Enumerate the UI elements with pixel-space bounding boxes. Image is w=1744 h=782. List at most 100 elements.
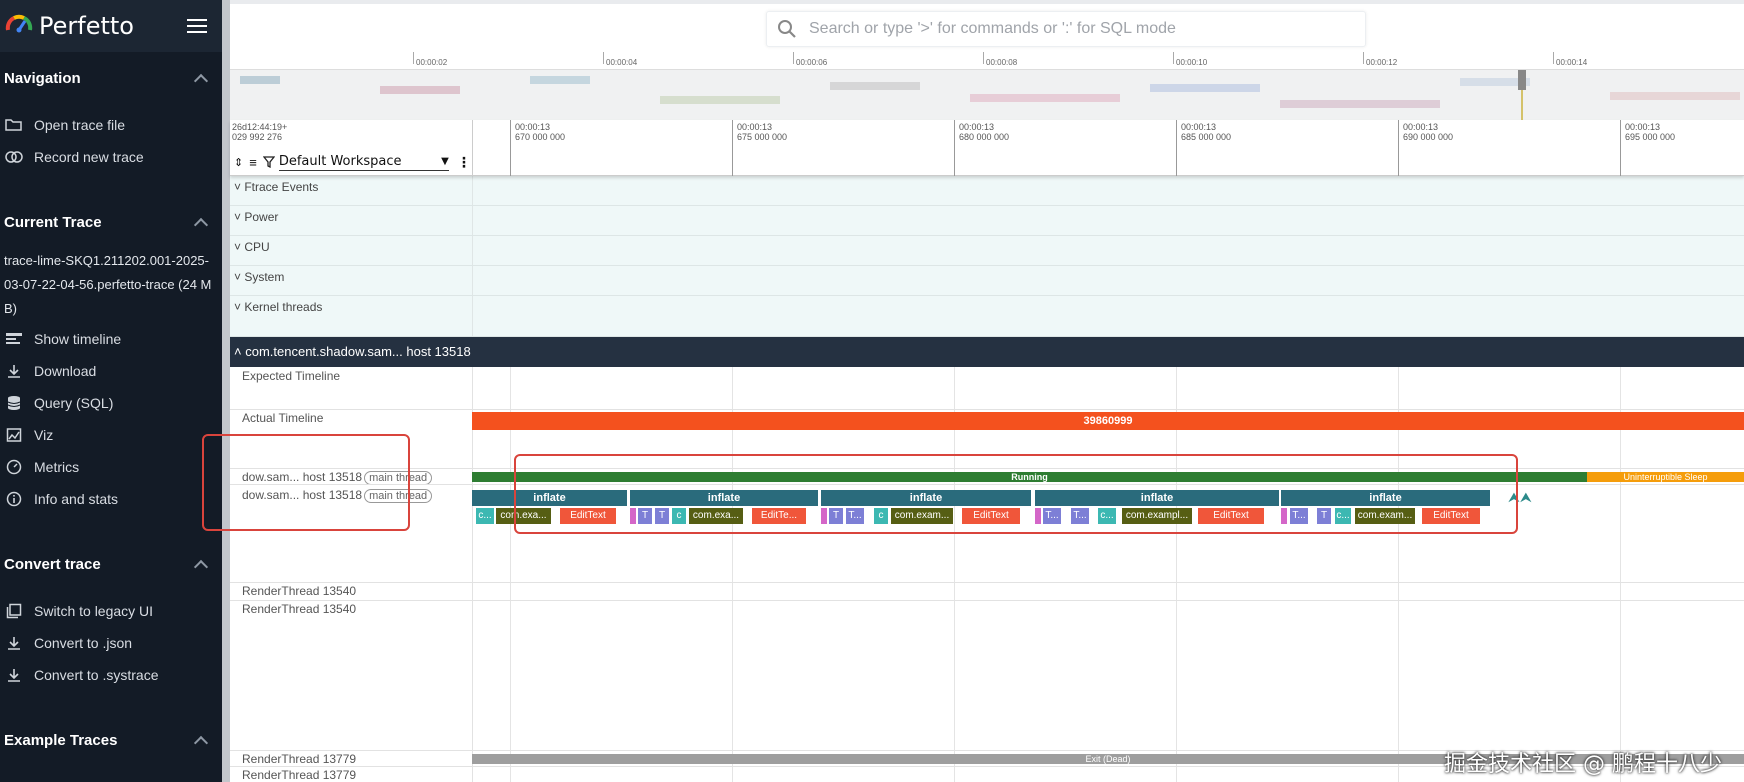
label-divider — [472, 296, 473, 336]
tick-label: 00:00:13 — [959, 122, 995, 132]
chevron-up-icon — [193, 217, 209, 232]
switch-to-legacy-ui-button[interactable]: Switch to legacy UI — [0, 598, 222, 624]
group-power[interactable]: ˅ Power — [230, 206, 1744, 236]
slice-child[interactable]: c... — [476, 508, 494, 524]
open-trace-file-button[interactable]: Open trace file — [0, 112, 222, 138]
timeline-overview[interactable] — [230, 70, 1744, 120]
database-icon — [4, 393, 24, 413]
highlight-box — [202, 434, 410, 531]
group-name: Kernel threads — [244, 300, 323, 314]
convert-to-json-button[interactable]: Convert to .json — [0, 630, 222, 656]
chevron-down-icon: ˅ — [234, 300, 245, 314]
overview-tick: 00:00:04 — [602, 52, 638, 67]
track-separator — [230, 600, 1744, 601]
track-render-thread[interactable]: RenderThread 13779 — [242, 752, 356, 766]
overview-block — [1280, 100, 1440, 108]
section-example-traces[interactable]: Example Traces — [0, 725, 222, 755]
download-icon — [4, 665, 24, 685]
chevron-up-icon: ˄ — [234, 344, 246, 359]
tick-label: 00:00:13 — [515, 122, 551, 132]
watermark: 掘金技术社区 @ 鹏程十八少 — [1444, 752, 1722, 777]
origin-line: 029 992 276 — [232, 132, 283, 142]
section-current-trace[interactable]: Current Trace — [0, 207, 222, 237]
overview-tick: 00:00:02 — [412, 52, 448, 67]
overview-block — [240, 76, 280, 84]
group-kernel-threads[interactable]: ˅ Kernel threads — [230, 296, 1744, 337]
info-icon — [4, 489, 24, 509]
nav-label: Metrics — [34, 459, 80, 475]
nav-label: Query (SQL) — [34, 395, 114, 411]
group-system[interactable]: ˅ System — [230, 266, 1744, 296]
time-tick: 00:00:13 670 000 000 — [510, 120, 565, 176]
filter-icon[interactable] — [262, 156, 275, 168]
overview-ruler: 00:00:02 00:00:04 00:00:06 00:00:08 00:0… — [230, 52, 1744, 70]
group-label: ˅ Ftrace Events — [234, 180, 318, 194]
omnibox[interactable] — [766, 11, 1366, 47]
collapse-all-icon[interactable]: ⇕ — [234, 156, 243, 169]
section-convert-trace[interactable]: Convert trace — [0, 549, 222, 579]
overview-tick: 00:00:06 — [792, 52, 828, 67]
sidebar: Perfetto Navigation Open trace file Reco… — [0, 0, 222, 782]
process-header[interactable]: ˄ com.tencent.shadow.sam... host 13518 — [230, 337, 1744, 367]
chevron-down-icon: ˅ — [234, 240, 245, 254]
legacy-ui-icon — [4, 601, 24, 621]
group-cpu[interactable]: ˅ CPU — [230, 236, 1744, 266]
workspace-name: Default Workspace — [278, 154, 402, 169]
highlight-box — [514, 454, 1518, 534]
time-tick: 00:00:13 695 000 000 — [1620, 120, 1675, 176]
label-divider — [472, 206, 473, 235]
record-new-trace-button[interactable]: Record new trace — [0, 144, 222, 170]
group-label: ˅ Kernel threads — [234, 300, 322, 314]
label-divider — [472, 176, 473, 205]
download-icon — [4, 361, 24, 381]
metrics-button[interactable]: Metrics — [0, 454, 222, 480]
viz-button[interactable]: Viz — [0, 422, 222, 448]
tick-label: 690 000 000 — [1403, 132, 1454, 142]
group-name: System — [244, 270, 285, 284]
label-divider — [472, 266, 473, 295]
download-button[interactable]: Download — [0, 358, 222, 384]
convert-to-systrace-button[interactable]: Convert to .systrace — [0, 662, 222, 688]
menu-icon[interactable] — [187, 19, 207, 35]
group-ftrace-events[interactable]: ˅ Ftrace Events — [230, 176, 1744, 206]
thread-state-uninterruptible[interactable]: Uninterruptible Sleep — [1587, 472, 1744, 482]
nav-label: Info and stats — [34, 491, 119, 507]
track-separator — [230, 582, 1744, 583]
track-render-thread[interactable]: RenderThread 13779 — [242, 768, 356, 782]
label-divider — [472, 236, 473, 265]
track-render-thread[interactable]: RenderThread 13540 — [242, 584, 356, 598]
show-timeline-button[interactable]: Show timeline — [0, 326, 222, 352]
overview-tick: 00:00:14 — [1552, 52, 1588, 67]
track-area: ˅ Ftrace Events ˅ Power ˅ CPU ˅ System ˅… — [202, 176, 1744, 782]
tick-label: 680 000 000 — [959, 132, 1010, 142]
sort-icon[interactable]: ≡ — [249, 155, 257, 170]
sidebar-resize-handle[interactable] — [222, 0, 230, 782]
search-input[interactable] — [809, 20, 1349, 38]
nav-label: Convert to .json — [34, 635, 133, 651]
chevron-down-icon: ˅ — [234, 180, 245, 194]
brand-bar: Perfetto — [0, 0, 222, 52]
overview-tick: 00:00:08 — [982, 52, 1018, 67]
more-vert-icon[interactable]: ⋮ — [457, 154, 471, 171]
track-render-thread[interactable]: RenderThread 13540 — [242, 602, 356, 616]
nav-label: Show timeline — [34, 331, 122, 347]
actual-frame-slice[interactable]: 39860999 — [472, 412, 1744, 430]
tick-label: 670 000 000 — [515, 132, 566, 142]
section-title: Example Traces — [4, 731, 118, 749]
group-name: Power — [244, 210, 279, 224]
track-expected-timeline[interactable]: Expected Timeline — [242, 369, 340, 383]
section-navigation[interactable]: Navigation — [0, 63, 222, 93]
workspace-select[interactable]: Default Workspace ▼ — [278, 153, 449, 171]
time-tick: 00:00:13 690 000 000 — [1398, 120, 1453, 176]
chevron-up-icon — [193, 73, 209, 88]
metrics-icon — [4, 457, 24, 477]
overview-window-handle[interactable] — [1518, 70, 1526, 90]
info-and-stats-button[interactable]: Info and stats — [0, 486, 222, 512]
axis-divider — [472, 120, 473, 176]
search-icon — [778, 20, 796, 38]
query-sql-button[interactable]: Query (SQL) — [0, 390, 222, 416]
chevron-down-icon: ˅ — [234, 210, 245, 224]
overview-tick: 00:00:10 — [1172, 52, 1208, 67]
track-actual-timeline[interactable]: Actual Timeline — [242, 411, 323, 425]
time-axis: 26d12:44:19+ 029 992 276 00:00:13 670 000… — [230, 120, 1744, 176]
